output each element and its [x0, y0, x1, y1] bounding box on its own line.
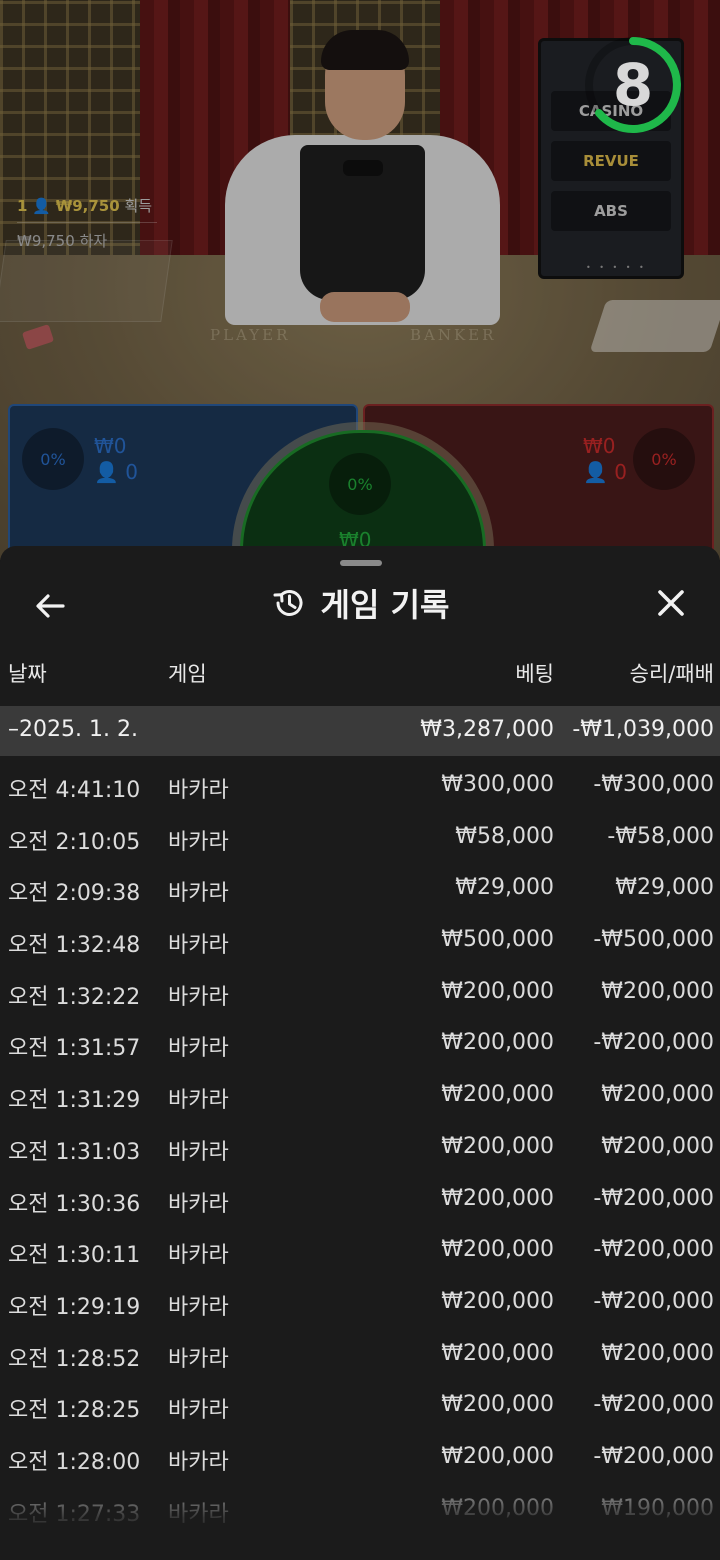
history-row[interactable]: 오전 2:09:38 바카라 ₩29,000 ₩29,000 [0, 863, 720, 915]
column-game: 게임 [168, 662, 207, 686]
row-bet: ₩500,000 [441, 927, 554, 953]
history-icon [273, 589, 303, 616]
row-result: -₩200,000 [593, 1443, 714, 1469]
row-result: ₩29,000 [615, 875, 714, 901]
group-date-value: 2025. 1. 2. [19, 717, 138, 742]
countdown-value: 8 [612, 51, 654, 119]
row-time: 오전 1:30:11 [8, 1243, 141, 1269]
history-table-header: 날짜 게임 베팅 승리/패배 [0, 658, 720, 698]
row-bet: ₩58,000 [455, 823, 554, 849]
row-result: ₩200,000 [601, 1340, 714, 1366]
row-bet: ₩200,000 [441, 1288, 554, 1314]
row-result: -₩200,000 [593, 1288, 714, 1314]
column-result: 승리/패배 [629, 662, 714, 686]
close-button[interactable] [646, 578, 696, 628]
history-row[interactable]: 오전 1:32:22 바카라 ₩200,000 ₩200,000 [0, 967, 720, 1019]
collapse-dash-icon: – [8, 717, 19, 742]
history-row[interactable]: 오전 2:10:05 바카라 ₩58,000 -₩58,000 [0, 812, 720, 864]
close-icon [658, 590, 684, 616]
row-game: 바카라 [168, 778, 229, 803]
row-game: 바카라 [168, 1449, 229, 1475]
row-game: 바카라 [168, 933, 229, 959]
row-game: 바카라 [168, 1191, 229, 1217]
row-game: 바카라 [168, 829, 229, 855]
sheet-header: 게임 기록 [0, 576, 720, 630]
history-list: 오전 4:41:10 바카라 ₩300,000 -₩300,000 오전 2:10:0… [0, 760, 720, 1535]
row-time: 오전 1:31:29 [8, 1088, 141, 1114]
row-game: 바카라 [168, 1139, 229, 1165]
row-game: 바카라 [168, 1243, 229, 1269]
row-bet: ₩200,000 [441, 978, 554, 1004]
group-result-total: -₩1,039,000 [572, 717, 714, 742]
row-game: 바카라 [168, 1036, 229, 1062]
row-bet: ₩200,000 [441, 1392, 554, 1418]
history-row[interactable]: 오전 1:27:33 바카라 ₩200,000 ₩190,000 [0, 1484, 720, 1536]
history-row[interactable]: 오전 1:30:36 바카라 ₩200,000 -₩200,000 [0, 1174, 720, 1226]
history-row[interactable]: 오전 4:41:10 바카라 ₩300,000 -₩300,000 [0, 760, 720, 812]
row-game: 바카라 [168, 1501, 229, 1527]
sheet-drag-handle[interactable] [340, 560, 382, 566]
date-group-row[interactable]: –2025. 1. 2. ₩3,287,000 -₩1,039,000 [0, 706, 720, 756]
row-time: 오전 1:31:57 [8, 1036, 141, 1062]
history-row[interactable]: 오전 1:31:57 바카라 ₩200,000 -₩200,000 [0, 1018, 720, 1070]
row-game: 바카라 [168, 881, 229, 907]
row-game: 바카라 [168, 1088, 229, 1114]
row-bet: ₩200,000 [441, 1185, 554, 1211]
row-bet: ₩200,000 [441, 1495, 554, 1521]
row-bet: ₩300,000 [441, 772, 554, 797]
row-result: -₩58,000 [607, 823, 714, 849]
history-row[interactable]: 오전 1:28:52 바카라 ₩200,000 ₩200,000 [0, 1329, 720, 1381]
row-result: ₩200,000 [601, 978, 714, 1004]
column-bet: 베팅 [515, 662, 554, 686]
row-time: 오전 2:09:38 [8, 881, 141, 907]
row-time: 오전 1:32:22 [8, 984, 141, 1010]
row-result: -₩200,000 [593, 1185, 714, 1211]
row-game: 바카라 [168, 1346, 229, 1372]
history-row[interactable]: 오전 1:28:00 바카라 ₩200,000 -₩200,000 [0, 1432, 720, 1484]
page-title: 게임 기록 [320, 586, 450, 624]
game-history-sheet: 게임 기록 날짜 게임 베팅 승리/패배 –2025. 1. 2. ₩3,287… [0, 546, 720, 1560]
row-time: 오전 1:28:00 [8, 1449, 141, 1475]
row-game: 바카라 [168, 1294, 229, 1320]
row-bet: ₩200,000 [441, 1082, 554, 1108]
row-bet: ₩29,000 [455, 875, 554, 901]
row-result: ₩190,000 [601, 1495, 714, 1521]
row-bet: ₩200,000 [441, 1237, 554, 1263]
countdown-timer: 8 [585, 25, 695, 135]
row-time: 오전 4:41:10 [8, 778, 141, 803]
history-row[interactable]: 오전 1:30:11 바카라 ₩200,000 -₩200,000 [0, 1225, 720, 1277]
row-time: 오전 1:32:48 [8, 933, 141, 959]
history-row[interactable]: 오전 1:32:48 바카라 ₩500,000 -₩500,000 [0, 915, 720, 967]
history-row[interactable]: 오전 1:31:29 바카라 ₩200,000 ₩200,000 [0, 1070, 720, 1122]
group-date: –2025. 1. 2. [8, 717, 138, 742]
row-result: -₩200,000 [593, 1030, 714, 1056]
row-bet: ₩200,000 [441, 1340, 554, 1366]
group-bet-total: ₩3,287,000 [420, 717, 554, 742]
row-bet: ₩200,000 [441, 1030, 554, 1056]
row-result: -₩200,000 [593, 1392, 714, 1418]
row-game: 바카라 [168, 984, 229, 1010]
row-time: 오전 1:29:19 [8, 1294, 141, 1320]
history-row[interactable]: 오전 1:28:25 바카라 ₩200,000 -₩200,000 [0, 1380, 720, 1432]
column-date: 날짜 [8, 662, 47, 686]
row-bet: ₩200,000 [441, 1133, 554, 1159]
row-time: 오전 1:28:25 [8, 1398, 141, 1424]
row-result: -₩300,000 [593, 772, 714, 797]
row-time: 오전 1:30:36 [8, 1191, 141, 1217]
history-row[interactable]: 오전 1:29:19 바카라 ₩200,000 -₩200,000 [0, 1277, 720, 1329]
row-time: 오전 1:31:03 [8, 1139, 141, 1165]
row-result: -₩500,000 [593, 927, 714, 953]
row-result: ₩200,000 [601, 1082, 714, 1108]
row-time: 오전 1:28:52 [8, 1346, 141, 1372]
row-time: 오전 1:27:33 [8, 1501, 141, 1527]
row-game: 바카라 [168, 1398, 229, 1424]
row-time: 오전 2:10:05 [8, 829, 141, 855]
history-row[interactable]: 오전 1:31:03 바카라 ₩200,000 ₩200,000 [0, 1122, 720, 1174]
row-bet: ₩200,000 [441, 1443, 554, 1469]
row-result: ₩200,000 [601, 1133, 714, 1159]
live-video-stream: PLAYER BANKER CASINO REVUE ABS • • • • •… [0, 0, 720, 560]
row-result: -₩200,000 [593, 1237, 714, 1263]
